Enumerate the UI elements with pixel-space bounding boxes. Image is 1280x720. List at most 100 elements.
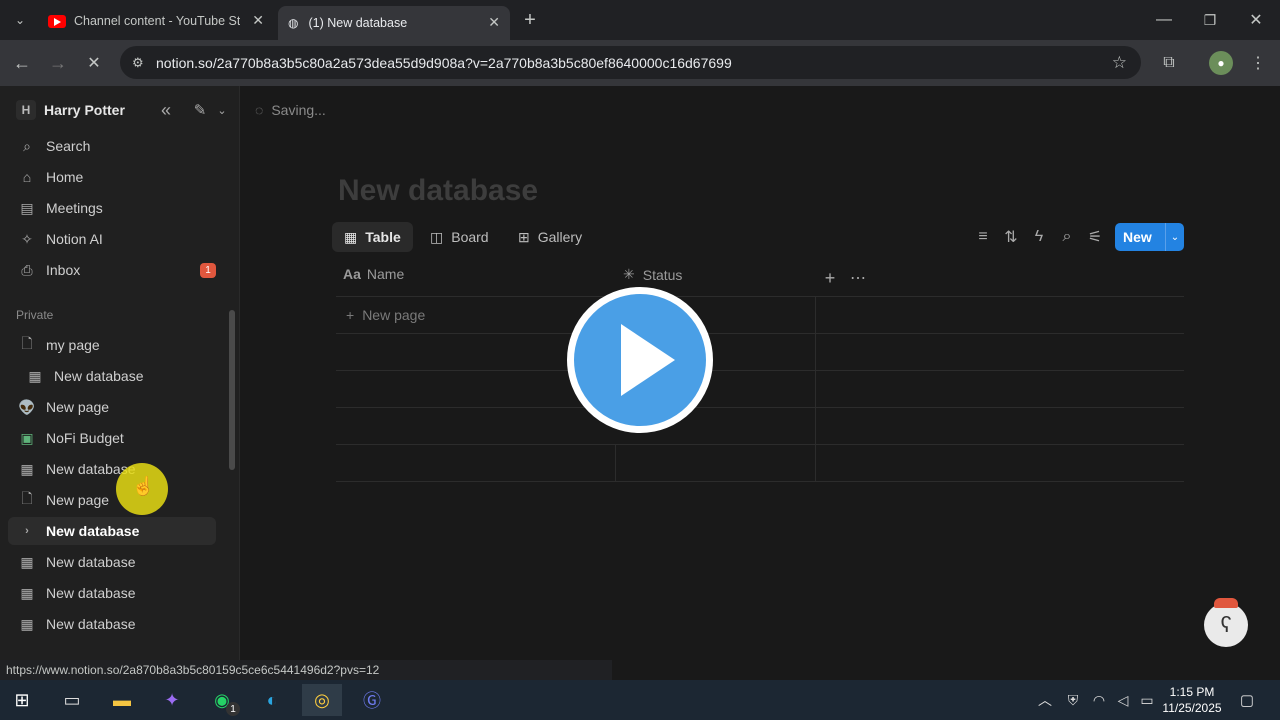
add-property-icon[interactable]: + [818, 266, 842, 290]
extensions-icon[interactable]: ⧉ [1157, 51, 1181, 75]
column-label: Status [642, 266, 683, 283]
close-tab-icon[interactable]: ✕ [252, 12, 264, 29]
tab-view-gallery[interactable]: ⊞ Gallery [506, 222, 594, 252]
chevron-right-icon[interactable]: › [16, 525, 38, 537]
gallery-icon: ⊞ [518, 228, 530, 245]
sidebar-item-label: New database [46, 554, 136, 570]
budget-icon: ▣ [20, 429, 34, 446]
task-view-icon[interactable]: ▭ [52, 684, 92, 716]
sort-icon[interactable]: ⇅ [999, 225, 1023, 249]
saving-indicator: ◌ Saving... [255, 102, 326, 118]
taskbar: ⊞ ▭ ▬ ✦ ◉ 1 ◐ ◎ Ⓖ ︿ ⛨ ◠ ◁ ▭ 1:15 PM 11/2… [0, 680, 1280, 720]
tab-view-board[interactable]: ◫ Board [418, 222, 501, 252]
tab-notion[interactable]: ◍ (1) New database ✕ [278, 6, 510, 40]
more-options-icon[interactable]: ⋯ [846, 266, 870, 290]
sidebar-page[interactable]: ▦ New database [8, 610, 216, 638]
sidebar-scrollbar[interactable] [229, 310, 235, 470]
sidebar-item-label: New page [46, 492, 110, 508]
collapse-sidebar-icon[interactable]: « [154, 98, 178, 122]
address-bar[interactable]: ⚙ notion.so/2a770b8a3b5c80a2a573dea55d9d… [120, 46, 1141, 79]
sidebar-page[interactable]: ▣ NoFi Budget [8, 424, 216, 452]
new-page-row[interactable]: + New page [346, 307, 425, 323]
view-label: Table [365, 229, 401, 245]
sidebar-item-notion-ai[interactable]: ✧ Notion AI [8, 225, 216, 253]
chevron-up-icon[interactable]: ︿ [1030, 684, 1060, 716]
row-divider [336, 333, 1184, 334]
sidebar-page[interactable]: 👽 New page [8, 393, 216, 421]
sidebar-page[interactable]: ▦ New database [8, 548, 216, 576]
chevron-down-icon[interactable]: ⌄ [1165, 223, 1184, 251]
stop-icon[interactable]: ✕ [82, 51, 106, 75]
plus-icon: + [346, 307, 355, 323]
new-page-icon[interactable]: ✎ [188, 98, 212, 122]
tab-search-icon[interactable]: ⌄ [8, 8, 32, 32]
sidebar-page[interactable]: 🗋 New page [8, 486, 216, 514]
notion-tab-icon: ◍ [288, 16, 299, 30]
sidebar-page[interactable]: 🗋 my page [8, 331, 216, 359]
sidebar: H Harry Potter « ✎ ⌄ ⌕ Search ⌂ Home ▤ Meet… [0, 86, 240, 680]
whatsapp-badge: 1 [226, 702, 240, 716]
browser-toolbar: ← → ✕ ⚙ notion.so/2a770b8a3b5c80a2a573de… [0, 40, 1280, 86]
filter-icon[interactable]: ≡ [971, 225, 995, 249]
settings-icon[interactable]: ⚟ [1083, 225, 1107, 249]
search-icon[interactable]: ⌕ [1055, 225, 1079, 249]
more-menu-icon[interactable]: ⋮ [1246, 51, 1270, 75]
site-info-icon[interactable]: ⚙ [132, 55, 144, 71]
workspace-name: Harry Potter [44, 102, 125, 118]
chevron-down-icon[interactable]: ⌄ [210, 98, 234, 122]
view-label: Gallery [537, 229, 583, 245]
table-icon: ▦ [28, 367, 42, 384]
column-header-status[interactable]: ✳ Status [623, 266, 682, 283]
mascot-hat-icon [1214, 598, 1238, 608]
bookmark-star-icon[interactable]: ☆ [1112, 53, 1127, 73]
sidebar-item-home[interactable]: ⌂ Home [8, 163, 216, 191]
sidebar-item-inbox[interactable]: ⎙ Inbox 1 [8, 256, 216, 284]
column-divider [615, 445, 616, 481]
tab-view-table[interactable]: ▦ Table [332, 222, 413, 252]
sidebar-page[interactable]: ▦ New database [8, 579, 216, 607]
close-tab-icon[interactable]: ✕ [488, 14, 500, 31]
help-mascot-avatar[interactable]: ʕ [1204, 603, 1248, 647]
sidebar-item-label: New database [54, 368, 144, 384]
back-icon[interactable]: ← [10, 51, 34, 75]
sidebar-item-meetings[interactable]: ▤ Meetings [8, 194, 216, 222]
forward-icon[interactable]: → [46, 51, 70, 75]
new-button[interactable]: New ⌄ [1115, 223, 1184, 251]
view-label: Board [451, 229, 489, 245]
close-window-icon[interactable]: ✕ [1244, 8, 1268, 32]
profile-avatar[interactable]: ● [1209, 51, 1233, 75]
column-header-name[interactable]: Aa Name [343, 266, 404, 282]
video-play-button[interactable] [567, 287, 713, 433]
table-icon: ▦ [20, 615, 34, 632]
tab-youtube[interactable]: Channel content - YouTube Studio ✕ [38, 6, 274, 36]
sidebar-page[interactable]: ▦ New database [16, 362, 216, 390]
home-icon: ⌂ [22, 169, 32, 185]
restore-icon[interactable]: ❐ [1198, 8, 1222, 32]
sidebar-item-label: Home [46, 169, 84, 185]
whatsapp-icon[interactable]: ◉ 1 [202, 684, 242, 716]
copilot-icon[interactable]: ✦ [152, 684, 192, 716]
app-g-icon[interactable]: Ⓖ [352, 684, 392, 716]
clock[interactable]: 1:15 PM 11/25/2025 [1158, 684, 1226, 716]
sidebar-page[interactable]: ▦ New database [8, 455, 216, 483]
sidebar-item-search[interactable]: ⌕ Search [8, 132, 216, 160]
new-tab-icon[interactable]: + [518, 8, 542, 32]
table-icon: ▦ [20, 460, 34, 477]
file-explorer-icon[interactable]: ▬ [102, 684, 142, 716]
play-icon [621, 324, 675, 396]
notifications-icon[interactable]: ▢ [1230, 684, 1264, 716]
sidebar-page-selected[interactable]: › New database [8, 517, 216, 545]
row-divider [336, 444, 1184, 445]
edge-icon[interactable]: ◐ [252, 684, 292, 716]
sidebar-item-label: Search [46, 138, 91, 154]
clock-time: 1:15 PM [1169, 685, 1215, 699]
workspace-switcher[interactable]: H Harry Potter [8, 96, 148, 124]
database-title[interactable]: New database [338, 174, 538, 208]
workspace-initial: H [16, 100, 36, 120]
chrome-icon[interactable]: ◎ [302, 684, 342, 716]
minimize-icon[interactable]: — [1152, 8, 1176, 32]
youtube-icon [48, 14, 66, 28]
table-row[interactable]: + New page [336, 297, 1184, 333]
automation-icon[interactable]: ϟ [1027, 225, 1051, 249]
windows-start-icon[interactable]: ⊞ [2, 684, 42, 716]
